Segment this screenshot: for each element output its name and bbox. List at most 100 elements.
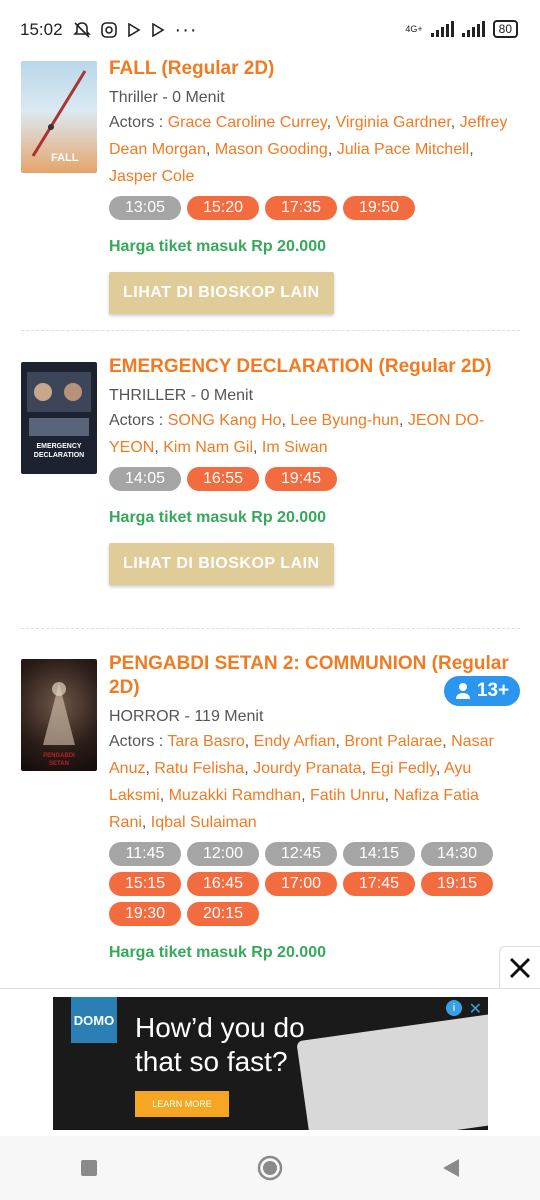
recents-icon[interactable] [80,1159,98,1177]
showtime-chip[interactable]: 20:15 [187,902,259,926]
genre-duration: Thriller - 0 Menit [109,89,225,106]
actor-link[interactable]: Tara Basro [167,733,244,750]
showtime-chip[interactable]: 19:45 [265,467,337,491]
separator: , [327,141,337,158]
movie-poster[interactable]: FALL [21,61,97,173]
ad-headline-line2: that so fast? [135,1046,288,1077]
separator: , [141,814,151,831]
movie-poster[interactable]: PENGABDI SETAN [21,659,97,771]
divider [21,330,520,331]
separator: , [384,787,394,804]
showtime-chip[interactable]: 16:55 [187,467,259,491]
actors-list: Actors : Grace Caroline Currey, Virginia… [109,109,519,190]
showtime-chip[interactable]: 15:20 [187,196,259,220]
showtimes: 11:45 12:00 12:45 14:15 14:30 15:15 16:45 17:00… [109,842,519,926]
movie-title[interactable]: FALL (Regular 2D) [109,60,519,81]
actors-label: Actors : [109,114,168,131]
ticket-price: Harga tiket masuk Rp 20.000 [109,509,326,526]
separator: , [442,733,452,750]
ad-banner[interactable]: DOMO How’d you do that so fast? LEARN MO… [53,997,488,1130]
actor-link[interactable]: Bront Palarae [344,733,442,750]
showtime-chip[interactable]: 19:15 [421,872,493,896]
close-icon [509,957,531,979]
person-icon [455,683,470,699]
actor-link[interactable]: Lee Byung-hun [290,412,399,429]
separator: , [301,787,310,804]
battery-indicator: 80 [492,20,518,38]
divider [21,628,520,629]
actors-label: Actors : [109,733,168,750]
actor-link[interactable]: Virginia Gardner [335,114,450,131]
network-type: 4G+ [405,24,423,34]
system-nav-bar [0,1136,540,1200]
poster-art: PENGABDI SETAN [43,682,75,767]
actors-list: Actors : Tara Basro, Endy Arfian, Bront … [109,728,519,836]
showtime-chip[interactable]: 19:30 [109,902,181,926]
actor-link[interactable]: Im Siwan [262,439,328,456]
more-dots-icon: ··· [174,18,198,41]
actor-link[interactable]: Jasper Cole [109,168,194,185]
showtime-chip: 13:05 [109,196,181,220]
actor-link[interactable]: Kim Nam Gil [163,439,253,456]
showtime-chip[interactable]: 19:50 [343,196,415,220]
ad-close-button[interactable] [499,946,540,990]
actor-link[interactable]: Jourdy Pranata [253,760,362,777]
actor-link[interactable]: Muzakki Ramdhan [169,787,302,804]
play-store-icon [127,23,141,37]
actor-link[interactable]: Iqbal Sulaiman [151,814,257,831]
movie-poster[interactable]: EMERGENCY DECLARATION [21,362,97,474]
ad-dismiss-icon[interactable]: ✕ [469,999,482,1019]
age-rating-badge: 13+ [444,676,520,706]
actors-label: Actors : [109,412,168,429]
genre-duration: THRILLER - 0 Menit [109,387,254,404]
showtime-chip[interactable]: 15:15 [109,872,181,896]
ad-info-icon[interactable]: i [446,1000,462,1016]
actor-link[interactable]: SONG Kang Ho [168,412,282,429]
home-icon[interactable] [257,1155,283,1181]
separator: , [244,733,254,750]
showtime-chip: 12:00 [187,842,259,866]
back-icon[interactable] [442,1158,460,1178]
actor-link[interactable]: Endy Arfian [254,733,336,750]
ad-headline-line1: How’d you do [135,1012,305,1043]
svg-text:PENGABDI: PENGABDI [43,753,75,759]
genre-duration: HORROR - 119 Menit [109,708,264,725]
showtime-chip[interactable]: 17:35 [265,196,337,220]
separator: , [469,141,474,158]
movie-list: FALL FALL (Regular 2D) Thriller - 0 Meni… [0,60,540,988]
signal-icon [430,21,454,37]
actor-link[interactable]: Ratu Felisha [154,760,244,777]
actor-link[interactable]: Egi Fedly [370,760,436,777]
showtime-chip[interactable]: 17:00 [265,872,337,896]
ad-device-image [296,1013,488,1130]
svg-text:SETAN: SETAN [49,761,69,767]
poster-art: FALL [31,70,87,164]
other-cinemas-button[interactable]: LIHAT DI BIOSKOP LAIN [109,543,334,585]
svg-text:EMERGENCY: EMERGENCY [36,443,81,450]
signal-icon [461,21,485,37]
svg-text:FALL: FALL [51,152,79,164]
separator: , [450,114,460,131]
separator: , [205,141,215,158]
age-rating-text: 13+ [476,680,510,701]
separator: , [154,439,164,456]
poster-art: EMERGENCY DECLARATION [27,372,91,459]
actor-link[interactable]: Mason Gooding [215,141,328,158]
showtime-chip: 14:05 [109,467,181,491]
status-bar: 15:02 ··· 4G+ 80 [0,0,540,60]
ad-cta-button[interactable]: LEARN MORE [135,1091,229,1117]
separator: , [398,412,408,429]
other-cinemas-button[interactable]: LIHAT DI BIOSKOP LAIN [109,272,334,314]
movie-title[interactable]: EMERGENCY DECLARATION (Regular 2D) [109,355,519,379]
ticket-price: Harga tiket masuk Rp 20.000 [109,238,326,255]
showtime-chip[interactable]: 16:45 [187,872,259,896]
actor-link[interactable]: Julia Pace Mitchell [337,141,470,158]
instagram-icon [100,22,117,38]
separator: , [244,760,254,777]
ad-headline: How’d you do that so fast? [135,1011,305,1079]
actors-list: Actors : SONG Kang Ho, Lee Byung-hun, JE… [109,407,519,461]
actor-link[interactable]: Grace Caroline Currey [168,114,327,131]
showtime-chip[interactable]: 17:45 [343,872,415,896]
actor-link[interactable]: Fatih Unru [310,787,385,804]
status-icons: ··· [72,18,198,42]
